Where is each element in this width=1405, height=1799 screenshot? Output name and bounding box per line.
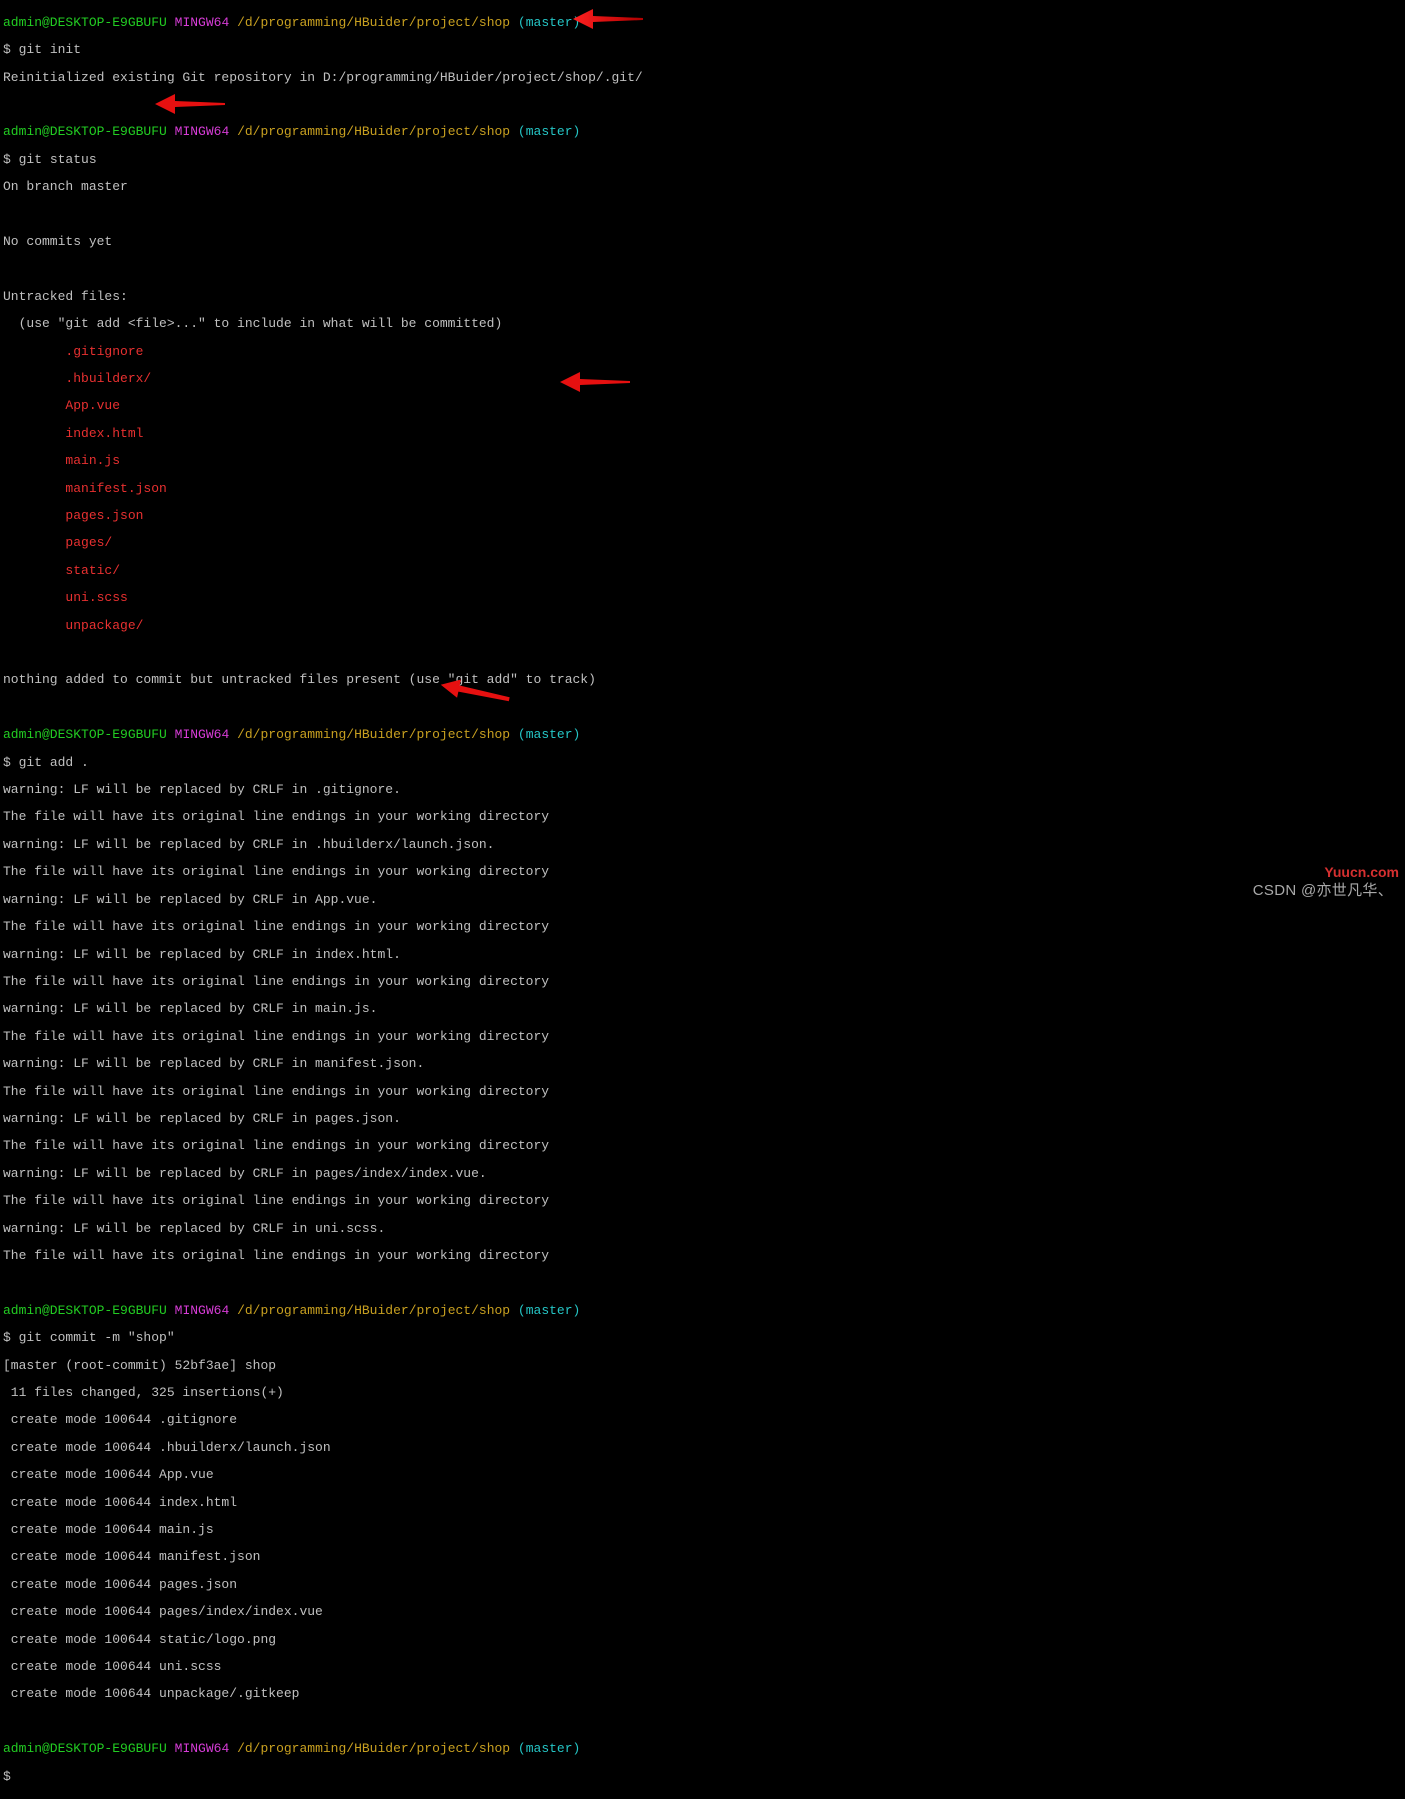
prompt-shell: MINGW64 (175, 15, 230, 30)
output-line: warning: LF will be replaced by CRLF in … (3, 1057, 1402, 1071)
output-line: (use "git add <file>..." to include in w… (3, 317, 1402, 331)
output-line: Untracked files: (3, 290, 1402, 304)
untracked-file: uni.scss (3, 591, 1402, 605)
untracked-file: App.vue (3, 399, 1402, 413)
blank-line (3, 98, 1402, 112)
blank-line (3, 701, 1402, 715)
output-line: warning: LF will be replaced by CRLF in … (3, 1222, 1402, 1236)
prompt-line: admin@DESKTOP-E9GBUFU MINGW64 /d/program… (3, 16, 1402, 30)
output-line: The file will have its original line end… (3, 920, 1402, 934)
blank-line (3, 1715, 1402, 1729)
blank-line (3, 646, 1402, 660)
output-line: The file will have its original line end… (3, 1194, 1402, 1208)
output-line: The file will have its original line end… (3, 1249, 1402, 1263)
prompt-branch: (master) (518, 15, 580, 30)
untracked-file: pages.json (3, 509, 1402, 523)
output-line: create mode 100644 pages/index/index.vue (3, 1605, 1402, 1619)
blank-line (3, 208, 1402, 222)
watermark-csdn: CSDN @亦世凡华、 (1253, 884, 1393, 898)
output-line: The file will have its original line end… (3, 1085, 1402, 1099)
output-line: warning: LF will be replaced by CRLF in … (3, 893, 1402, 907)
output-line: warning: LF will be replaced by CRLF in … (3, 1167, 1402, 1181)
cmd-line[interactable]: $ (3, 1770, 1402, 1784)
output-line: create mode 100644 uni.scss (3, 1660, 1402, 1674)
watermark-yuucn: Yuucn.com (1324, 866, 1399, 880)
untracked-file: manifest.json (3, 482, 1402, 496)
output-line: The file will have its original line end… (3, 810, 1402, 824)
output-line: create mode 100644 .gitignore (3, 1413, 1402, 1427)
output-line: warning: LF will be replaced by CRLF in … (3, 838, 1402, 852)
blank-line (3, 1276, 1402, 1290)
output-line: nothing added to commit but untracked fi… (3, 673, 1402, 687)
output-line: warning: LF will be replaced by CRLF in … (3, 1112, 1402, 1126)
prompt-line: admin@DESKTOP-E9GBUFU MINGW64 /d/program… (3, 1742, 1402, 1756)
untracked-file: main.js (3, 454, 1402, 468)
prompt-user: admin@DESKTOP-E9GBUFU (3, 15, 167, 30)
blank-line (3, 262, 1402, 276)
output-line: create mode 100644 pages.json (3, 1578, 1402, 1592)
output-line: On branch master (3, 180, 1402, 194)
cmd-git-status: git status (19, 152, 97, 167)
output-line: create mode 100644 unpackage/.gitkeep (3, 1687, 1402, 1701)
output-line: [master (root-commit) 52bf3ae] shop (3, 1359, 1402, 1373)
output-line: The file will have its original line end… (3, 1139, 1402, 1153)
output-line: warning: LF will be replaced by CRLF in … (3, 948, 1402, 962)
output-line: warning: LF will be replaced by CRLF in … (3, 1002, 1402, 1016)
untracked-file: static/ (3, 564, 1402, 578)
output-line: The file will have its original line end… (3, 865, 1402, 879)
output-line: The file will have its original line end… (3, 1030, 1402, 1044)
cmd-line: $ git init (3, 43, 1402, 57)
untracked-file: .gitignore (3, 345, 1402, 359)
output-line: 11 files changed, 325 insertions(+) (3, 1386, 1402, 1400)
untracked-file: unpackage/ (3, 619, 1402, 633)
prompt-line: admin@DESKTOP-E9GBUFU MINGW64 /d/program… (3, 1304, 1402, 1318)
cmd-line: $ git commit -m "shop" (3, 1331, 1402, 1345)
cmd-line: $ git add . (3, 756, 1402, 770)
output-line: create mode 100644 index.html (3, 1496, 1402, 1510)
prompt-line: admin@DESKTOP-E9GBUFU MINGW64 /d/program… (3, 728, 1402, 742)
output-line: create mode 100644 manifest.json (3, 1550, 1402, 1564)
cmd-git-add: git add . (19, 755, 89, 770)
untracked-file: pages/ (3, 536, 1402, 550)
output-line: create mode 100644 App.vue (3, 1468, 1402, 1482)
cmd-git-init: git init (19, 42, 81, 57)
prompt-path: /d/programming/HBuider/project/shop (237, 15, 510, 30)
prompt-line: admin@DESKTOP-E9GBUFU MINGW64 /d/program… (3, 125, 1402, 139)
output-line: create mode 100644 static/logo.png (3, 1633, 1402, 1647)
cmd-line: $ git status (3, 153, 1402, 167)
output-line: No commits yet (3, 235, 1402, 249)
output-line: create mode 100644 main.js (3, 1523, 1402, 1537)
output-line: The file will have its original line end… (3, 975, 1402, 989)
output-line: create mode 100644 .hbuilderx/launch.jso… (3, 1441, 1402, 1455)
untracked-file: .hbuilderx/ (3, 372, 1402, 386)
output-line: warning: LF will be replaced by CRLF in … (3, 783, 1402, 797)
cmd-git-commit: git commit -m "shop" (19, 1330, 175, 1345)
terminal[interactable]: admin@DESKTOP-E9GBUFU MINGW64 /d/program… (0, 0, 1405, 1799)
output-line: Reinitialized existing Git repository in… (3, 71, 1402, 85)
untracked-file: index.html (3, 427, 1402, 441)
